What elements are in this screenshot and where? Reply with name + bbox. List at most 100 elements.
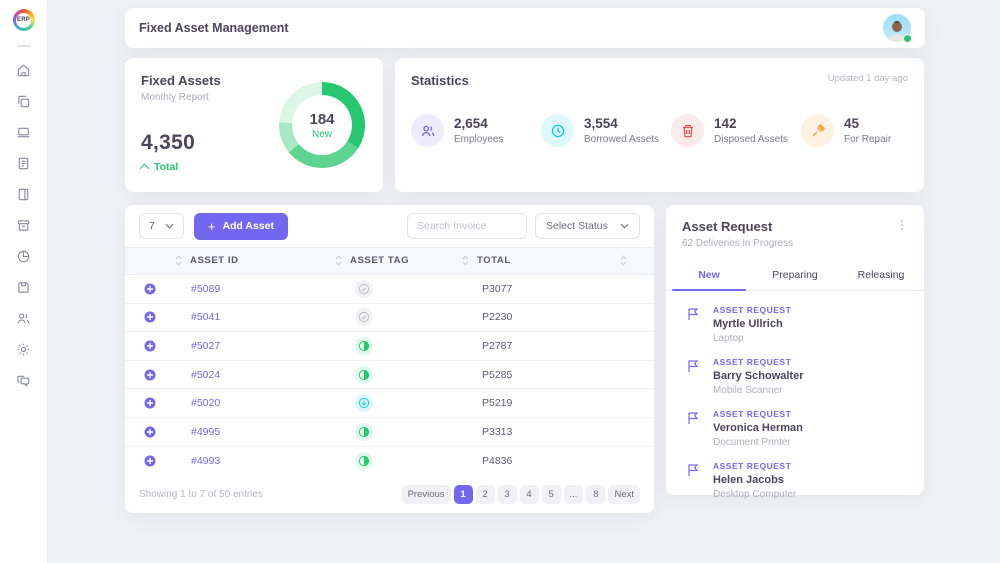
user-avatar[interactable] [883,14,912,43]
asset-id-link[interactable]: #5024 [175,369,220,381]
tab-preparing[interactable]: Preparing [752,262,838,290]
archive-icon [17,219,30,231]
table-row[interactable]: #4995 P3313 [125,418,654,447]
sidebar-item-copy[interactable] [13,90,35,112]
list-item[interactable]: ASSET REQUEST Veronica Herman Document P… [686,409,908,448]
sidebar-item-save[interactable] [13,276,35,298]
pagination-page-1[interactable]: 1 [453,484,473,504]
sidebar-item-home[interactable] [13,59,35,81]
asset-id-link[interactable]: #5020 [175,397,220,409]
half-circle-green-icon [355,336,373,355]
book-icon [18,188,29,200]
list-item[interactable]: ASSET REQUEST Helen Jacobs Desktop Compu… [686,461,908,500]
asset-id-link[interactable]: #4993 [175,455,220,467]
table-row[interactable]: #5041 P2230 [125,304,654,333]
tab-new[interactable]: New [666,262,752,291]
pagination-page-8[interactable]: 8 [586,484,606,504]
flag-icon [688,360,699,372]
per-page-select[interactable]: 7 [139,213,184,239]
asset-total: P3077 [482,282,513,295]
row-action-icon[interactable] [125,455,175,467]
asset-id-link[interactable]: #4995 [175,426,220,438]
table-row[interactable]: #5020 P5219 [125,389,654,418]
kebab-menu-icon[interactable]: ⋮ [896,219,908,234]
sidebar-item-archive[interactable] [13,214,35,236]
stat-borrowed-assets: 3,554 Borrowed Assets [541,114,671,147]
asset-id-link[interactable]: #5089 [175,283,220,295]
asset-id-link[interactable]: #5027 [175,340,220,352]
sidebar-divider [16,45,31,47]
table-row[interactable]: #5024 P5285 [125,361,654,390]
request-device: Desktop Computer [713,489,797,500]
pagination-page-3[interactable]: 3 [497,484,517,504]
sidebar-item-pie-chart[interactable] [13,245,35,267]
list-item[interactable]: ASSET REQUEST Barry Schowalter Mobile Sc… [686,357,908,396]
row-action-icon[interactable] [125,283,175,295]
request-tag: ASSET REQUEST [713,461,792,471]
sidebar-item-laptop[interactable] [13,121,35,143]
row-action-icon[interactable] [125,397,175,409]
asset-request-card: Asset Request ⋮ 62 Deliveries in Progres… [666,205,924,500]
sidebar-item-chat[interactable] [13,369,35,391]
asset-total: P5219 [482,397,513,410]
users-icon [411,114,444,147]
tab-releasing[interactable]: Releasing [838,262,924,290]
asset-id-link[interactable]: #5041 [175,311,220,323]
pagination-next[interactable]: Next [608,484,640,504]
app-logo[interactable]: ERP [12,9,35,31]
pagination-page-2[interactable]: 2 [475,484,495,504]
column-asset-tag[interactable]: ASSET TAG [335,255,462,266]
pagination-page-5[interactable]: 5 [541,484,561,504]
sort-icon[interactable] [335,255,342,267]
request-tag: ASSET REQUEST [713,357,792,367]
save-icon [18,281,29,293]
arrow-down-circle-cyan-icon [355,394,373,413]
sort-icon[interactable] [620,255,627,267]
row-action-icon[interactable] [125,426,175,438]
request-device: Mobile Scanner [713,385,783,396]
stat-employees: 2,654 Employees [411,114,541,147]
statistics-updated: Updated 1 day ago [827,73,908,84]
column-total[interactable]: TOTAL [462,255,620,266]
select-status-dropdown[interactable]: Select Status [535,213,640,239]
row-action-icon[interactable] [125,311,175,323]
search-invoice-input[interactable] [407,213,527,239]
check-circle-icon [355,308,373,327]
statistics-title: Statistics [411,73,469,88]
asset-request-title: Asset Request [682,219,773,234]
notes-icon [18,157,29,169]
row-action-icon[interactable] [125,369,175,381]
stat-value: 3,554 [584,116,618,131]
pagination-previous[interactable]: Previous [401,484,451,504]
fixed-assets-total-label: Total [154,161,179,173]
row-action-icon[interactable] [125,340,175,352]
chevron-down-icon [620,223,629,229]
flag-icon [688,308,699,320]
app-canvas: ERP Fixed Asset Management Fixed Assets … [0,0,1000,563]
table-row[interactable]: #4993 P4836 [125,447,654,476]
sidebar: ERP [0,0,48,563]
list-item[interactable]: ASSET REQUEST Myrtle Ullrich Laptop [686,305,908,344]
request-device: Laptop [713,333,744,344]
table-body: #5089 P3077 #5041 P2230 #5027 P2787 #502… [125,275,654,475]
sort-icon[interactable] [175,255,182,267]
sidebar-item-users[interactable] [13,307,35,329]
sort-icon[interactable] [462,255,469,267]
online-status-dot [903,34,912,43]
statistics-card: Statistics Updated 1 day ago 2,654 Emplo… [395,58,924,192]
table-row[interactable]: #5027 P2787 [125,332,654,361]
half-circle-green-icon [355,365,373,384]
check-circle-icon [355,279,373,298]
pagination-ellipsis[interactable]: ... [563,484,584,504]
column-label: TOTAL [477,255,511,267]
table-row[interactable]: #5089 P3077 [125,275,654,304]
sidebar-item-settings[interactable] [13,338,35,360]
pagination-page-4[interactable]: 4 [519,484,539,504]
sidebar-item-notes[interactable] [13,152,35,174]
sidebar-item-book[interactable] [13,183,35,205]
column-asset-id[interactable]: ASSET ID [175,255,335,266]
column-extra[interactable] [620,255,654,267]
half-circle-green-icon [355,451,373,470]
add-asset-button[interactable]: + Add Asset [193,212,288,240]
stat-value: 142 [714,116,737,131]
